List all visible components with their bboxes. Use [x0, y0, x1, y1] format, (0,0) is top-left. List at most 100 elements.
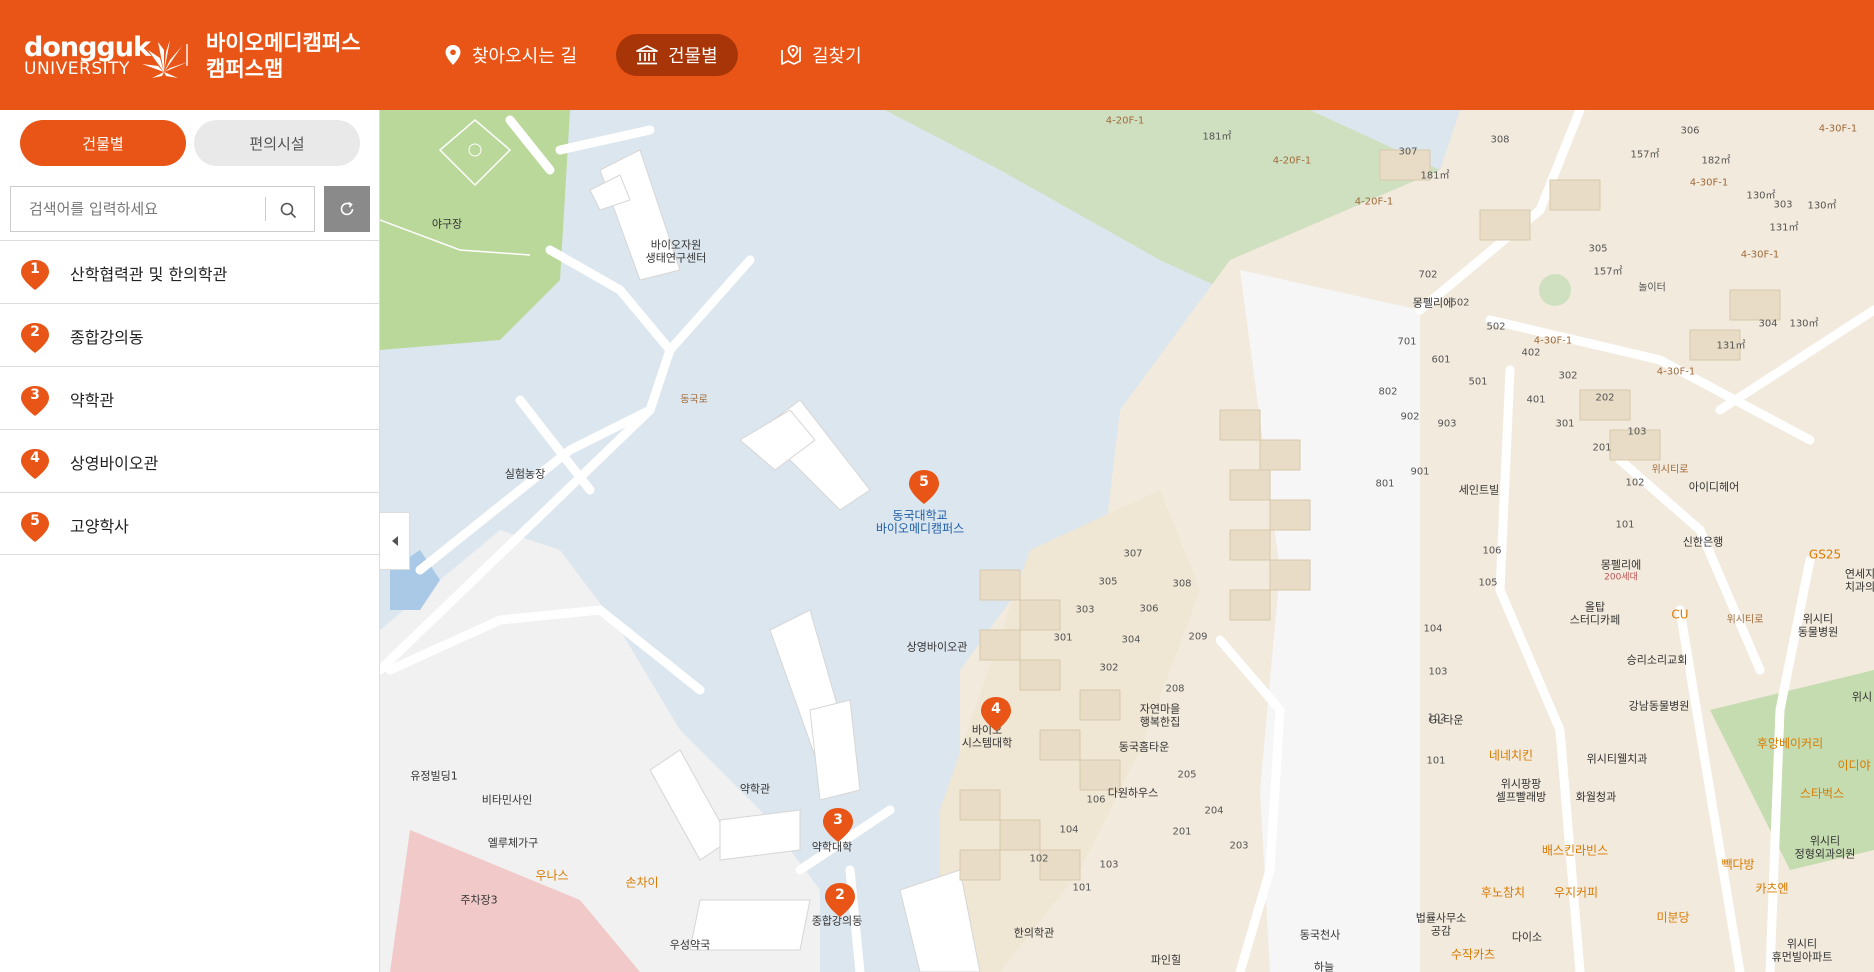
map-label: 법률사무소	[1415, 911, 1467, 925]
unit-number: 305	[1098, 576, 1118, 588]
unit-number: 307	[1123, 548, 1143, 560]
map-label: CU	[1671, 607, 1689, 622]
marker-number: 2	[835, 887, 845, 903]
map-label: 몽펠리에	[1412, 296, 1454, 310]
unit-number: 201	[1592, 442, 1612, 454]
unit-number: 901	[1410, 466, 1430, 478]
search-button[interactable]	[273, 195, 303, 225]
map-marker-2[interactable]: 2	[824, 882, 856, 918]
building-item[interactable]: 2 종합강의동	[0, 303, 380, 366]
map-label: 상영바이오관	[906, 640, 968, 654]
building-number: 4	[30, 450, 40, 466]
building-name: 약학관	[70, 391, 115, 410]
reset-button[interactable]	[324, 186, 370, 232]
unit-number: 802	[1378, 386, 1398, 398]
map-base	[380, 110, 1874, 972]
map-label: 실험농장	[504, 467, 546, 481]
map-label: 승리소리교회	[1626, 653, 1688, 667]
unit-number: 209	[1188, 631, 1208, 643]
university-logo[interactable]: dongguk UNIVERSITY	[24, 32, 188, 80]
map-label: 이디야	[1837, 758, 1871, 773]
marker-number: 5	[919, 474, 929, 490]
unit-number: 106	[1086, 794, 1106, 806]
map-label: 약학관	[739, 782, 771, 796]
tab-amenities[interactable]: 편의시설	[194, 120, 360, 166]
unit-number: 601	[1431, 354, 1451, 366]
map-label: 휴먼빌아파트	[1771, 950, 1833, 964]
map-label: 시스템대학	[961, 736, 1013, 750]
map-label: 손차이	[625, 875, 659, 890]
site-title: 바이오메디캠퍼스 캠퍼스맵	[206, 30, 386, 82]
building-name: 산학협력관 및 한의학관	[70, 265, 228, 284]
map-label: 정형외과의원	[1794, 847, 1856, 861]
map-label: 셀프빨래방	[1495, 790, 1547, 804]
map-label: 자연마을	[1139, 702, 1181, 716]
nav-directions-label: 찾아오시는 길	[472, 46, 578, 67]
building-name: 상영바이오관	[70, 454, 159, 473]
nav-directions[interactable]: 찾아오시는 길	[424, 34, 597, 76]
map-label: GS25	[1808, 547, 1842, 562]
unit-number: 306	[1139, 603, 1159, 615]
building-item[interactable]: 4 상영바이오관	[0, 429, 380, 492]
road-label: 동국로	[680, 394, 708, 406]
unit-number: 308	[1172, 578, 1192, 590]
marker-number: 3	[833, 812, 843, 828]
map-label: 다원하우스	[1107, 786, 1159, 800]
unit-number: 401	[1526, 394, 1546, 406]
site-title-line2: 캠퍼스맵	[206, 57, 284, 81]
unit-number: 202	[1595, 392, 1615, 404]
map-label: 놀이터	[1638, 282, 1666, 294]
unit-number: 101	[1615, 519, 1635, 531]
unit-number: 702	[1418, 269, 1438, 281]
unit-number: 902	[1400, 411, 1420, 423]
map-pin-icon: 5	[20, 511, 50, 542]
unit-number: 502	[1486, 321, 1506, 333]
map-label: 스터디카페	[1569, 613, 1621, 627]
map-label: 위시티	[1809, 834, 1841, 848]
map-marker-4[interactable]: 4	[980, 696, 1012, 732]
building-item[interactable]: 5 고양학사	[0, 492, 380, 555]
map-marker-5[interactable]: 5	[908, 469, 940, 505]
map-pin-icon: 4	[20, 448, 50, 479]
nav-buildings[interactable]: 건물별	[616, 34, 738, 76]
building-item[interactable]: 3 약학관	[0, 366, 380, 429]
unit-number: 305	[1588, 243, 1608, 255]
unit-number: 302	[1558, 370, 1578, 382]
unit-number: 105	[1478, 577, 1498, 589]
road-tag: 4-30F-1	[1818, 123, 1858, 135]
area-tag: 182㎡	[1701, 155, 1731, 167]
nav-buildings-label: 건물별	[668, 46, 718, 67]
unit-number: 306	[1680, 125, 1700, 137]
tab-buildings[interactable]: 건물별	[20, 120, 186, 166]
area-tag: 130㎡	[1789, 318, 1819, 330]
building-item[interactable]: 1 산학협력관 및 한의학관	[0, 240, 380, 303]
sidebar-collapse-button[interactable]	[380, 512, 410, 570]
map-label: 행복한집	[1139, 715, 1181, 729]
map-label: 후노참치	[1480, 885, 1526, 900]
building-name: 고양학사	[70, 517, 129, 536]
road-tag: 4-20F-1	[1354, 196, 1394, 208]
area-tag: 130㎡	[1807, 200, 1837, 212]
map-label: 파인힐	[1150, 953, 1182, 967]
unit-number: 301	[1555, 418, 1575, 430]
map-label: 후앙베이커리	[1756, 736, 1824, 751]
unit-number: 303	[1773, 199, 1793, 211]
search-input[interactable]	[11, 187, 265, 231]
building-icon	[636, 45, 658, 65]
map-label: 주차장3	[460, 893, 498, 907]
nav-route[interactable]: 길찾기	[760, 34, 882, 76]
unit-number: 502	[1450, 297, 1470, 309]
unit-number: 106	[1482, 545, 1502, 557]
map-label: 우지커피	[1553, 885, 1599, 900]
map-label: 연세지	[1844, 567, 1874, 581]
unit-number: 204	[1204, 805, 1224, 817]
map-marker-3[interactable]: 3	[822, 807, 854, 843]
unit-number: 308	[1490, 134, 1510, 146]
map-label: 세인트빌	[1458, 483, 1500, 497]
building-list: 1 산학협력관 및 한의학관 2 종합강의동 3 약학관 4 상영바이오관 5 …	[0, 240, 380, 555]
nav-route-label: 길찾기	[812, 46, 862, 67]
campus-map[interactable]: 야구장 바이오자원 생태연구센터 실험농장 동국대학교 바이오메디캠퍼스 상영바…	[380, 110, 1874, 972]
map-label: 동물병원	[1797, 625, 1839, 639]
building-number: 2	[30, 324, 40, 340]
unit-number: 208	[1165, 683, 1185, 695]
